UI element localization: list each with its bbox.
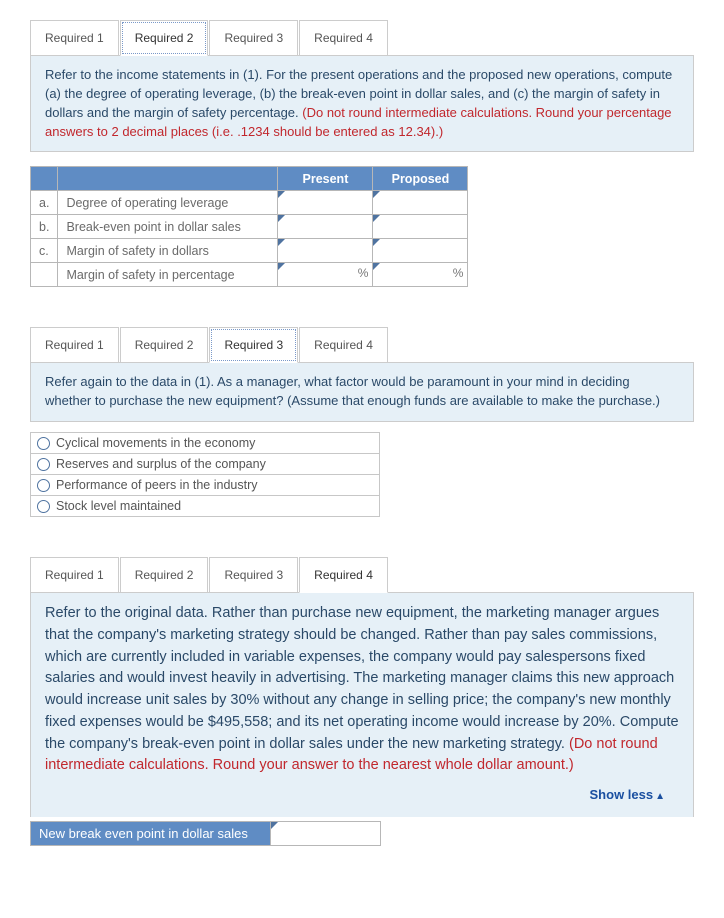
input-breakeven[interactable] xyxy=(271,824,380,842)
cell-d-proposed[interactable]: % xyxy=(373,263,468,287)
table-req2: Present Proposed a. Degree of operating … xyxy=(30,166,468,287)
table-row: b. Break-even point in dollar sales xyxy=(31,215,468,239)
cell-a-present[interactable] xyxy=(278,191,373,215)
cell-c-proposed[interactable] xyxy=(373,239,468,263)
prompt-text: Refer to the original data. Rather than … xyxy=(45,605,679,752)
tab-required-3[interactable]: Required 3 xyxy=(209,327,298,363)
cell-d-present[interactable]: % xyxy=(278,263,373,287)
show-less-link[interactable]: Show less▲ xyxy=(45,777,679,813)
table-row: Margin of safety in percentage % % xyxy=(31,263,468,287)
option-row-4[interactable]: Stock level maintained xyxy=(30,496,380,517)
cell-a-proposed[interactable] xyxy=(373,191,468,215)
input-d-proposed[interactable] xyxy=(373,263,467,286)
row-key-a: a. xyxy=(31,191,58,215)
radio-icon[interactable] xyxy=(37,479,50,492)
corner-marker-icon xyxy=(278,263,285,270)
tabs-req2: Required 1 Required 2 Required 3 Require… xyxy=(30,20,694,56)
corner-marker-icon xyxy=(373,191,380,198)
table-row: c. Margin of safety in dollars xyxy=(31,239,468,263)
table-req4: New break even point in dollar sales xyxy=(30,821,381,846)
tab-required-4[interactable]: Required 4 xyxy=(299,20,388,55)
header-stub-1 xyxy=(31,167,58,191)
show-less-label: Show less xyxy=(590,787,654,802)
radio-icon[interactable] xyxy=(37,437,50,450)
prompt-req2: Refer to the income statements in (1). F… xyxy=(30,56,694,152)
corner-marker-icon xyxy=(278,239,285,246)
option-label: Stock level maintained xyxy=(56,499,181,513)
input-d-present[interactable] xyxy=(278,263,372,286)
input-c-present[interactable] xyxy=(278,239,372,262)
row-key-c: c. xyxy=(31,239,58,263)
option-row-2[interactable]: Reserves and surplus of the company xyxy=(30,454,380,475)
option-label: Cyclical movements in the economy xyxy=(56,436,255,450)
header-present: Present xyxy=(278,167,373,191)
row-desc-a: Degree of operating leverage xyxy=(58,191,278,215)
tab-required-4[interactable]: Required 4 xyxy=(299,557,388,593)
row-desc-b: Break-even point in dollar sales xyxy=(58,215,278,239)
section-required-3: Required 1 Required 2 Required 3 Require… xyxy=(30,327,694,517)
prompt-req3: Refer again to the data in (1). As a man… xyxy=(30,363,694,422)
corner-marker-icon xyxy=(278,191,285,198)
tabs-req4: Required 1 Required 2 Required 3 Require… xyxy=(30,557,694,593)
option-row-1[interactable]: Cyclical movements in the economy xyxy=(30,432,380,454)
prompt-text: Refer again to the data in (1). As a man… xyxy=(45,374,660,408)
row-desc-d: Margin of safety in percentage xyxy=(58,263,278,287)
corner-marker-icon xyxy=(373,239,380,246)
cell-b-proposed[interactable] xyxy=(373,215,468,239)
input-b-proposed[interactable] xyxy=(373,215,467,238)
options-req3: Cyclical movements in the economy Reserv… xyxy=(30,432,694,517)
header-stub-2 xyxy=(58,167,278,191)
header-proposed: Proposed xyxy=(373,167,468,191)
table-row: a. Degree of operating leverage xyxy=(31,191,468,215)
tab-required-2[interactable]: Required 2 xyxy=(120,20,209,56)
row-key-d xyxy=(31,263,58,287)
row-label-breakeven: New break even point in dollar sales xyxy=(31,821,271,845)
tab-required-4[interactable]: Required 4 xyxy=(299,327,388,362)
radio-icon[interactable] xyxy=(37,500,50,513)
prompt-req4: Refer to the original data. Rather than … xyxy=(30,593,694,817)
corner-marker-icon xyxy=(373,263,380,270)
input-a-proposed[interactable] xyxy=(373,191,467,214)
input-a-present[interactable] xyxy=(278,191,372,214)
tab-required-2[interactable]: Required 2 xyxy=(120,327,209,362)
tab-required-3[interactable]: Required 3 xyxy=(209,20,298,55)
cell-c-present[interactable] xyxy=(278,239,373,263)
tab-required-1[interactable]: Required 1 xyxy=(30,557,119,592)
input-b-present[interactable] xyxy=(278,215,372,238)
section-required-4: Required 1 Required 2 Required 3 Require… xyxy=(30,557,694,846)
radio-icon[interactable] xyxy=(37,458,50,471)
input-c-proposed[interactable] xyxy=(373,239,467,262)
tab-required-1[interactable]: Required 1 xyxy=(30,20,119,55)
option-label: Reserves and surplus of the company xyxy=(56,457,266,471)
cell-breakeven[interactable] xyxy=(271,821,381,845)
tab-required-1[interactable]: Required 1 xyxy=(30,327,119,362)
corner-marker-icon xyxy=(271,822,278,829)
row-desc-c: Margin of safety in dollars xyxy=(58,239,278,263)
tab-required-3[interactable]: Required 3 xyxy=(209,557,298,592)
option-label: Performance of peers in the industry xyxy=(56,478,258,492)
option-row-3[interactable]: Performance of peers in the industry xyxy=(30,475,380,496)
caret-up-icon: ▲ xyxy=(655,791,665,802)
cell-b-present[interactable] xyxy=(278,215,373,239)
tabs-req3: Required 1 Required 2 Required 3 Require… xyxy=(30,327,694,363)
row-key-b: b. xyxy=(31,215,58,239)
corner-marker-icon xyxy=(373,215,380,222)
tab-required-2[interactable]: Required 2 xyxy=(120,557,209,592)
section-required-2: Required 1 Required 2 Required 3 Require… xyxy=(30,20,694,287)
corner-marker-icon xyxy=(278,215,285,222)
